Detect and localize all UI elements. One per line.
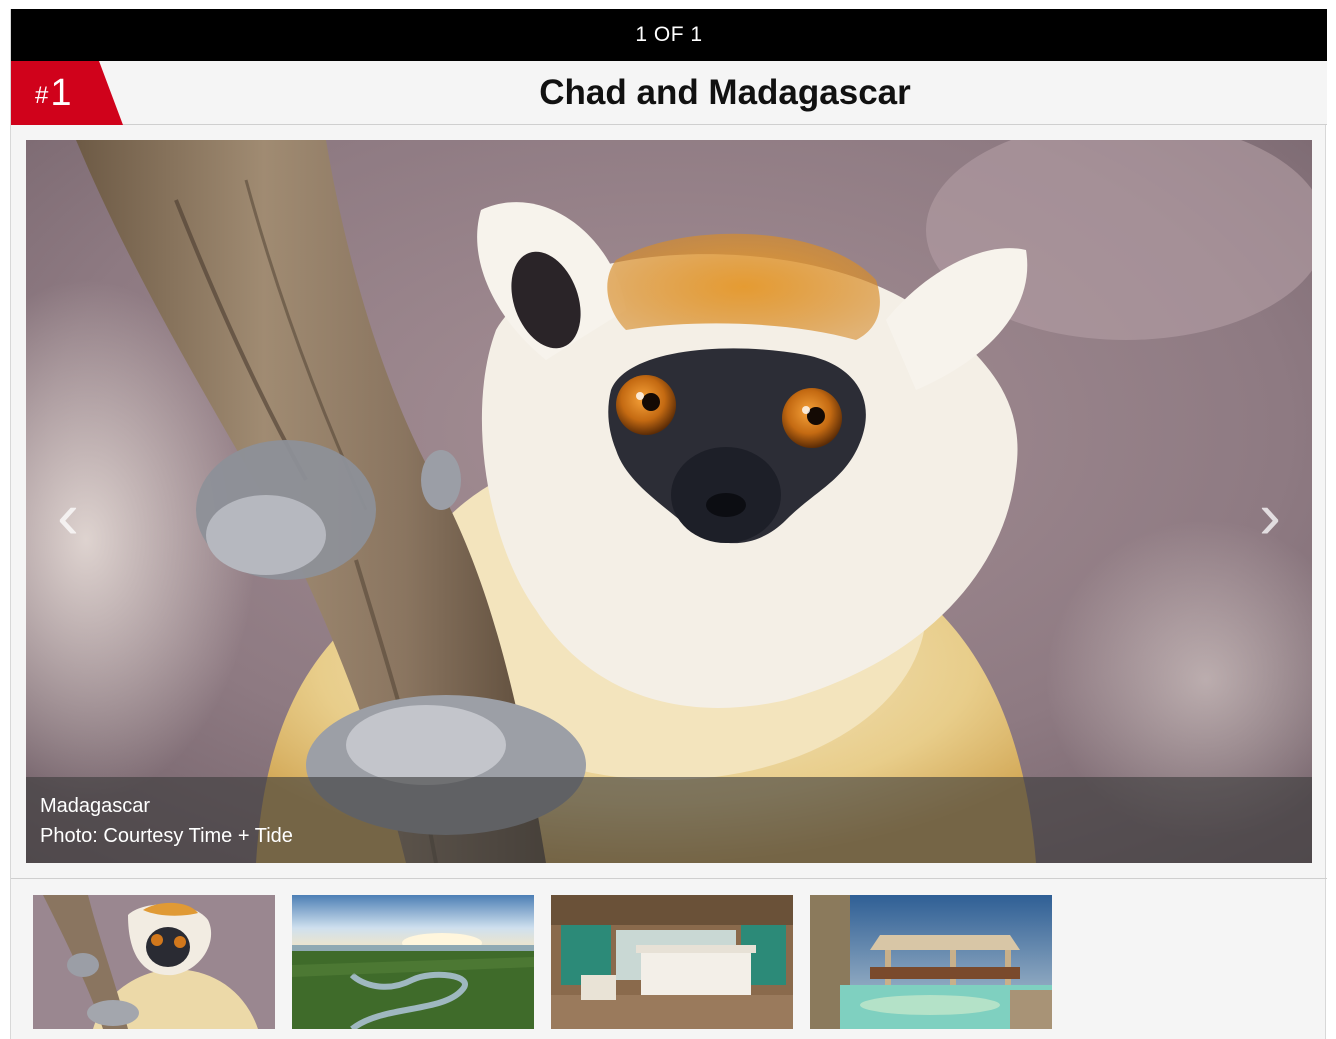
divider	[11, 878, 1327, 879]
slideshow-gallery: 1 OF 1 # 1 Chad and Madagascar ‹ › Madag…	[10, 9, 1327, 1039]
slide-title: Chad and Madagascar	[539, 73, 911, 112]
next-slide-arrow-icon[interactable]: ›	[1248, 480, 1292, 550]
slide-counter: 1 OF 1	[11, 9, 1327, 61]
photo-caption: Madagascar Photo: Courtesy Time + Tide	[26, 777, 1312, 863]
rank-hash: #	[35, 82, 49, 109]
rank-number: 1	[50, 71, 72, 114]
previous-slide-arrow-icon[interactable]: ‹	[46, 480, 90, 550]
caption-credit: Photo: Courtesy Time + Tide	[40, 825, 293, 847]
thumbnail-strip	[33, 895, 1052, 1029]
lemur-thumbnail[interactable]	[33, 895, 275, 1029]
rank-badge: # 1	[11, 61, 123, 125]
pool-pavilion-thumbnail[interactable]	[810, 895, 1052, 1029]
caption-location: Madagascar	[40, 795, 151, 817]
lodge-bedroom-thumbnail[interactable]	[551, 895, 793, 1029]
main-photo-stage: ‹ › Madagascar Photo: Courtesy Time + Ti…	[26, 140, 1312, 863]
river-landscape-thumbnail[interactable]	[292, 895, 534, 1029]
title-row: # 1 Chad and Madagascar	[11, 61, 1327, 125]
slide-counter-text: 1 OF 1	[635, 23, 703, 46]
lemur-photo	[26, 140, 1312, 863]
